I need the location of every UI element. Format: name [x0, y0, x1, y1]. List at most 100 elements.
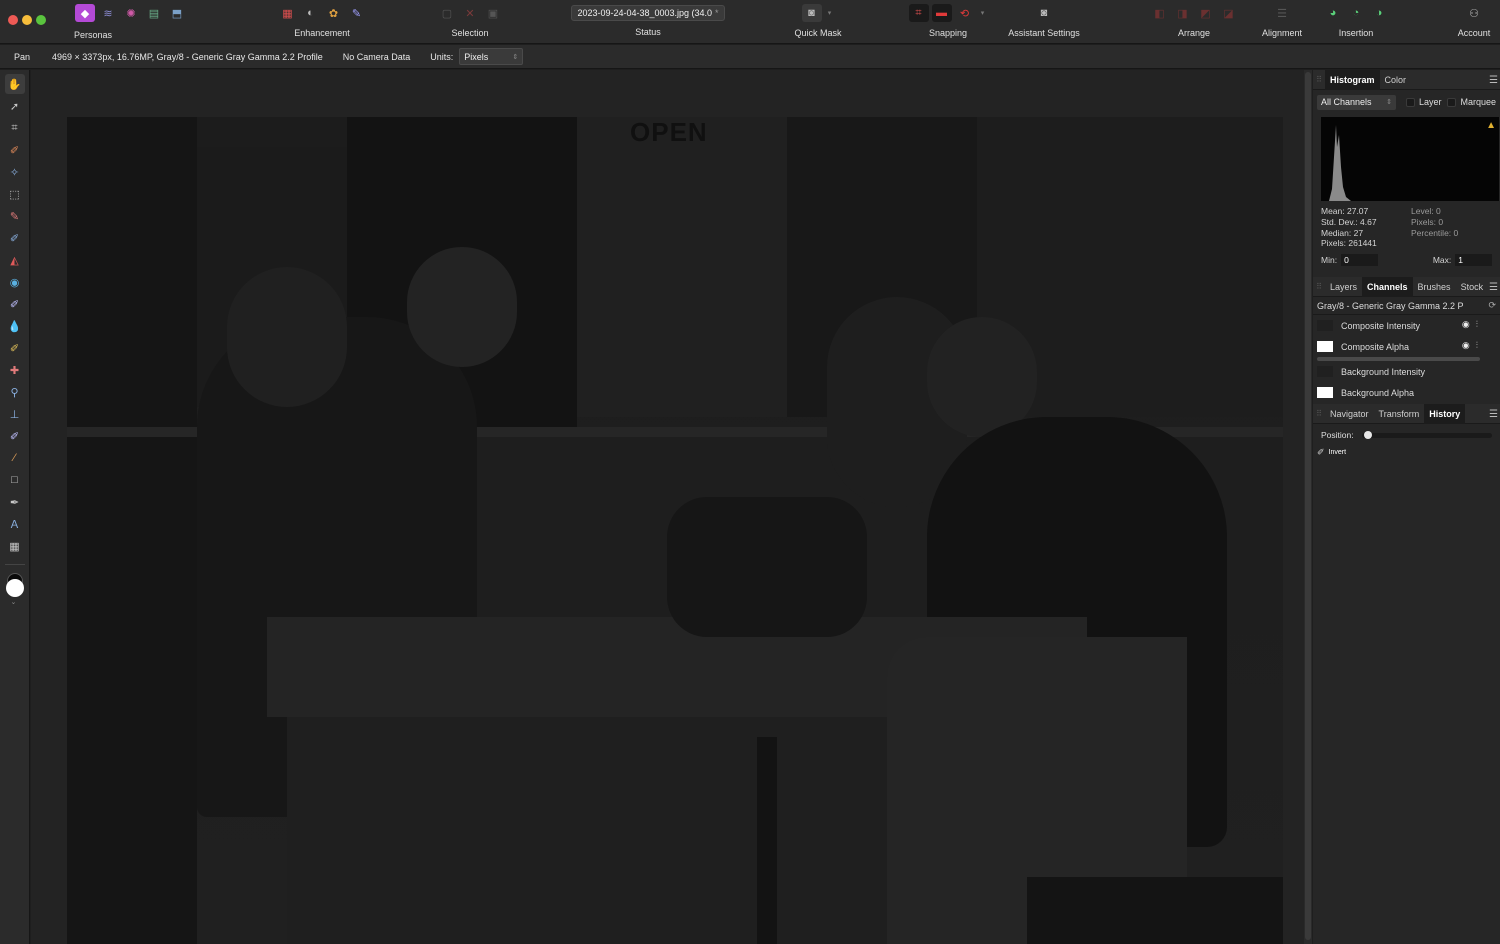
- channel-row-composite-intensity[interactable]: Composite Intensity ◉ ⫶: [1313, 315, 1500, 336]
- liquify-persona-icon[interactable]: ≋: [98, 4, 118, 22]
- channels-panel-menu-icon[interactable]: ☰: [1489, 282, 1498, 293]
- selection-brush-tool-icon[interactable]: ✐: [5, 140, 25, 160]
- histogram-graph[interactable]: ▲: [1321, 117, 1499, 201]
- tone-mapping-persona-icon[interactable]: ▤: [144, 4, 164, 22]
- channel-select[interactable]: All Channels ⇕: [1317, 94, 1396, 110]
- move-to-back-icon[interactable]: ◧: [1150, 4, 1170, 22]
- visibility-eye-icon[interactable]: ◉: [1462, 319, 1470, 330]
- min-field[interactable]: 0: [1341, 254, 1378, 267]
- invert-selection-icon[interactable]: ▣: [483, 4, 503, 22]
- mesh-warp-tool-icon[interactable]: ▦: [5, 536, 25, 556]
- max-field[interactable]: 1: [1455, 254, 1492, 267]
- red-eye-tool-icon[interactable]: ⚲: [5, 382, 25, 402]
- auto-contrast-icon[interactable]: ◐: [301, 4, 321, 22]
- crop-tool-icon[interactable]: ⌗: [5, 118, 25, 138]
- text-tool-icon[interactable]: Ａ: [5, 514, 25, 534]
- position-slider[interactable]: [1361, 430, 1492, 439]
- snapping-toggle-icon[interactable]: ⌗: [908, 4, 929, 22]
- account-label: Account: [1457, 28, 1491, 38]
- marquee-tool-icon[interactable]: ⬚: [5, 184, 25, 204]
- alignment-icon[interactable]: ☰: [1272, 4, 1292, 22]
- export-persona-icon[interactable]: ⬒: [167, 4, 187, 22]
- move-tool-icon[interactable]: ➚: [5, 96, 25, 116]
- marquee-checkbox-row[interactable]: Marquee: [1447, 97, 1496, 107]
- select-all-icon[interactable]: ▢: [437, 4, 457, 22]
- window-close-button[interactable]: [8, 15, 18, 25]
- tab-channels[interactable]: Channels: [1362, 276, 1413, 297]
- assistant-icon[interactable]: ◙: [1034, 4, 1054, 22]
- snapping-dropdown-icon[interactable]: ▾: [978, 4, 988, 22]
- inpainting-brush-tool-icon[interactable]: ✐: [5, 426, 25, 446]
- blur-brush-tool-icon[interactable]: 💧: [5, 316, 25, 336]
- quick-mask-icon[interactable]: ◙: [801, 4, 822, 22]
- panel-grip-icon[interactable]: ⠿: [1313, 75, 1325, 84]
- channel-row-background-alpha[interactable]: Background Alpha: [1313, 382, 1500, 403]
- develop-persona-icon[interactable]: ✺: [121, 4, 141, 22]
- auto-white-balance-icon[interactable]: ✎: [347, 4, 367, 22]
- panel-grip-icon[interactable]: ⠿: [1313, 282, 1325, 291]
- flood-fill-tool-icon[interactable]: ◭: [5, 250, 25, 270]
- tab-brushes[interactable]: Brushes: [1413, 277, 1456, 297]
- canvas-scrollbar-thumb[interactable]: [1305, 72, 1311, 940]
- visibility-eye-icon[interactable]: ◉: [1462, 340, 1470, 351]
- refresh-icon[interactable]: ⟳: [1488, 300, 1496, 311]
- tab-stock[interactable]: Stock: [1456, 277, 1489, 297]
- pan-tool-icon[interactable]: ✋: [4, 74, 25, 94]
- erase-brush-tool-icon[interactable]: ✐: [5, 228, 25, 248]
- insert-inside-icon[interactable]: ◑: [1369, 4, 1389, 22]
- clone-stamp-tool-icon[interactable]: ⊥: [5, 404, 25, 424]
- auto-colors-icon[interactable]: ✿: [324, 4, 344, 22]
- layer-checkbox-row[interactable]: Layer: [1405, 97, 1441, 107]
- deselect-icon[interactable]: ✕: [460, 4, 480, 22]
- tab-history[interactable]: History: [1424, 403, 1466, 424]
- photo-persona-icon[interactable]: ◆: [75, 4, 95, 22]
- account-user-icon[interactable]: ⚇: [1464, 4, 1484, 22]
- layer-checkbox[interactable]: [1405, 97, 1415, 107]
- canvas-vertical-scrollbar[interactable]: [1304, 70, 1312, 944]
- channel-options-icon[interactable]: ⫶: [1476, 319, 1478, 330]
- channel-options-icon[interactable]: ⫶: [1476, 340, 1478, 351]
- swap-colors-icon[interactable]: ⌄: [11, 598, 17, 606]
- canvas-area[interactable]: OPEN: [31, 70, 1304, 944]
- auto-levels-icon[interactable]: ▦: [278, 4, 298, 22]
- tab-navigator[interactable]: Navigator: [1325, 404, 1374, 424]
- channel-row-composite-alpha[interactable]: Composite Alpha ◉ ⫶: [1313, 336, 1500, 357]
- history-item[interactable]: ✐ Invert: [1313, 446, 1500, 458]
- insert-behind-icon[interactable]: ◕: [1323, 4, 1343, 22]
- units-label: Units:: [430, 51, 454, 62]
- tab-histogram[interactable]: Histogram: [1325, 69, 1380, 90]
- units-select[interactable]: Pixels ⇕: [459, 48, 524, 65]
- rectangle-tool-icon[interactable]: □: [5, 470, 25, 490]
- move-to-front-icon[interactable]: ◪: [1219, 4, 1239, 22]
- move-forward-one-icon[interactable]: ◩: [1196, 4, 1216, 22]
- channel-row-background-intensity[interactable]: Background Intensity: [1313, 361, 1500, 382]
- color-swatches[interactable]: ⌄: [4, 573, 26, 606]
- window-minimize-button[interactable]: [22, 15, 32, 25]
- insert-top-icon[interactable]: ◔: [1346, 4, 1366, 22]
- min-label: Min:: [1321, 255, 1338, 266]
- clone-brush-tool-icon[interactable]: ✐: [5, 338, 25, 358]
- paint-brush-tool-icon[interactable]: ✎: [5, 206, 25, 226]
- document-tab[interactable]: 2023-09-24-04-38_0003.jpg (34.0 *: [571, 5, 725, 21]
- healing-brush-tool-icon[interactable]: ✚: [5, 360, 25, 380]
- marquee-checkbox[interactable]: [1447, 97, 1457, 107]
- snapping-grid-icon[interactable]: ▬: [931, 4, 952, 22]
- gradient-tool-icon[interactable]: ◉: [5, 272, 25, 292]
- histogram-panel-menu-icon[interactable]: ☰: [1489, 75, 1498, 86]
- pen-tool-icon[interactable]: ✒: [5, 492, 25, 512]
- quick-mask-dropdown-icon[interactable]: ▾: [825, 4, 835, 22]
- dodge-brush-tool-icon[interactable]: ✐: [5, 294, 25, 314]
- stat-median: Median: 27: [1321, 227, 1364, 238]
- window-maximize-button[interactable]: [36, 15, 46, 25]
- flood-select-tool-icon[interactable]: ✧: [5, 162, 25, 182]
- color-picker-tool-icon[interactable]: ⁄: [5, 448, 25, 468]
- panel-grip-icon[interactable]: ⠿: [1313, 409, 1325, 418]
- tab-layers[interactable]: Layers: [1325, 277, 1362, 297]
- tab-transform[interactable]: Transform: [1374, 404, 1425, 424]
- position-slider-knob[interactable]: [1363, 430, 1372, 439]
- primary-color-swatch[interactable]: [5, 579, 24, 597]
- tab-color[interactable]: Color: [1380, 70, 1412, 90]
- move-back-one-icon[interactable]: ◨: [1173, 4, 1193, 22]
- snapping-magnet-icon[interactable]: ⟲: [955, 4, 975, 22]
- history-panel-menu-icon[interactable]: ☰: [1489, 409, 1498, 420]
